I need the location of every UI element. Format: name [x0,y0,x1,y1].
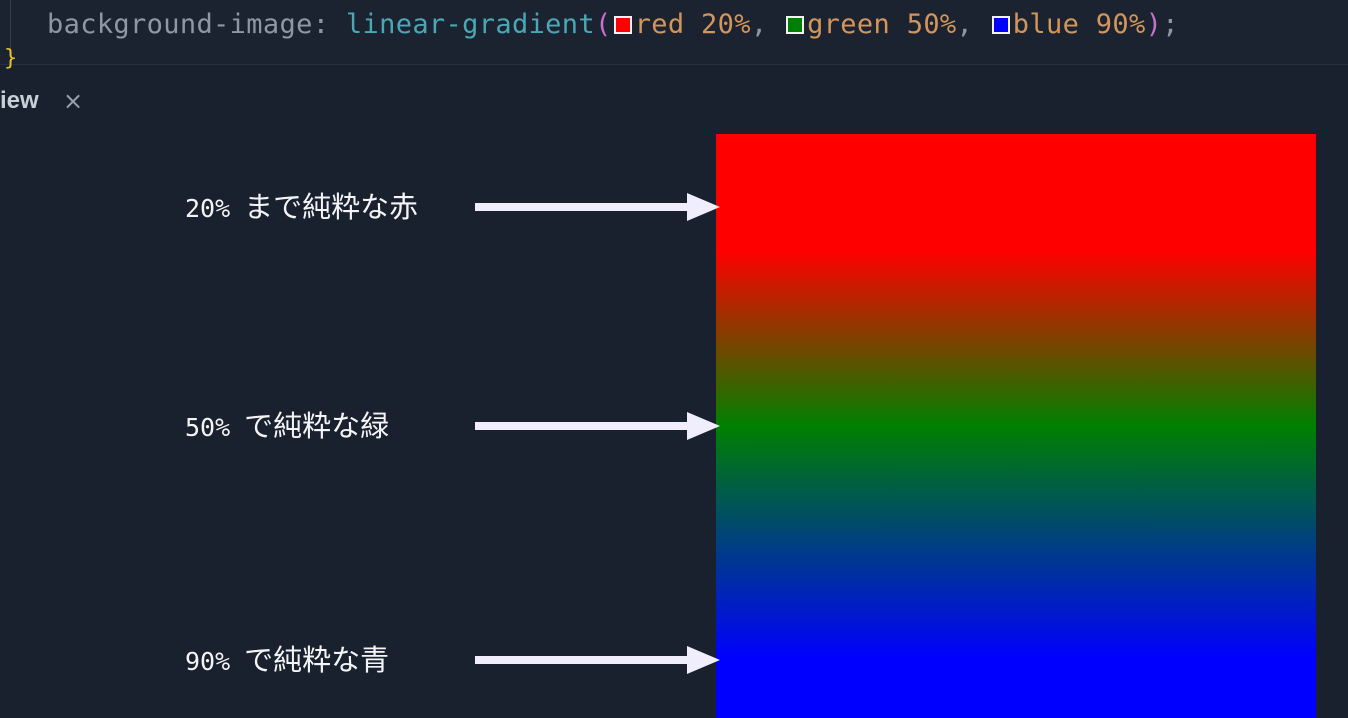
css-property: background-image [47,9,313,40]
semicolon: ; [1162,9,1179,40]
right-arrow-icon [475,412,720,440]
annotation-percent: 50% [185,413,231,442]
annotation-percent: 20% [185,194,231,223]
color-stop-blue: blue 90% [1012,9,1146,40]
annotation-text: で純粋な青 [244,643,390,677]
color-swatch-blue[interactable] [991,16,1010,34]
color-swatch-red[interactable] [613,16,632,34]
annotation-label: 90% で純粋な青 [185,640,389,682]
preview-tab-label[interactable]: iew [0,84,39,118]
gradient-preview [716,134,1316,718]
color-swatch-green[interactable] [786,16,805,34]
code-line[interactable]: background-image: linear-gradient( red 20… [47,5,1179,45]
closing-brace: } [4,46,18,71]
code-editor[interactable]: background-image: linear-gradient( red 20… [0,0,1348,70]
annotation-text: で純粋な緑 [244,409,390,443]
annotation-text: まで純粋な赤 [244,190,419,224]
comma: , [750,9,768,40]
open-paren: ( [595,9,612,40]
indent-guide [10,0,11,50]
annotation-percent: 90% [185,647,231,676]
annotation-label: 20% まで純粋な赤 [185,187,418,229]
comma: , [956,9,974,40]
right-arrow-icon [475,646,720,674]
close-icon[interactable]: × [60,86,86,116]
colon: : [312,9,330,40]
css-function: linear-gradient [345,9,595,40]
close-paren: ) [1145,9,1163,40]
color-stop-green: green 50% [807,9,957,40]
annotation-label: 50% で純粋な緑 [185,406,389,448]
color-stop-red: red 20% [634,9,751,40]
right-arrow-icon [475,193,720,221]
